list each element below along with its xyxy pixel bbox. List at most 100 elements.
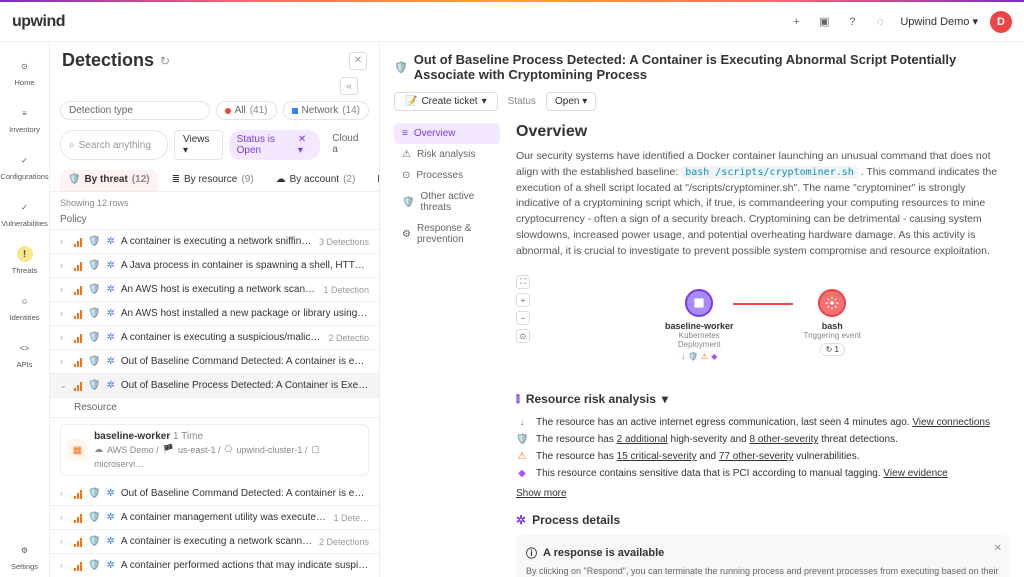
graph-reset-icon[interactable]: ⊙	[516, 329, 530, 343]
info-icon: ⓘ	[526, 545, 537, 561]
check-icon: ✓	[15, 150, 35, 170]
gear-icon: ✲	[106, 560, 114, 571]
resource-card[interactable]: ▦ baseline-worker 1 Time ☁ AWS Demo / 🏴 …	[60, 424, 369, 476]
process-graph: ⛶ + − ⊙ baseline-worker Kubernetes Deplo…	[516, 275, 1010, 375]
tab-by-threat[interactable]: 🛡️By threat (12)	[60, 170, 158, 191]
gear-icon: ✲	[106, 356, 114, 367]
page-title: Detections	[62, 50, 154, 71]
sidebar-item-vuln[interactable]: ✓Vulnerabilities	[3, 191, 47, 234]
detection-row[interactable]: › 🛡️ ✲ A container performed actions tha…	[50, 554, 379, 577]
nav-overview[interactable]: ≡Overview	[394, 123, 500, 144]
sidenav: ⊙Home ≡Inventory ✓Configurations ✓Vulner…	[0, 42, 50, 577]
risk-link[interactable]: View evidence	[883, 468, 947, 479]
bars-icon: ⫾	[516, 391, 520, 406]
graph-node-resource[interactable]: baseline-worker Kubernetes Deployment ↓🛡…	[665, 289, 734, 361]
sidebar-item-inventory[interactable]: ≡Inventory	[3, 97, 47, 140]
risk-line: ↓The resource has an active internet egr…	[516, 414, 1010, 431]
search-input[interactable]: ⌕Search anything	[60, 130, 168, 160]
nav-risk[interactable]: ⚠Risk analysis	[394, 144, 500, 165]
severity-icon	[74, 357, 82, 367]
shield-icon: 🛡️	[88, 236, 100, 247]
alert-icon: !	[17, 246, 33, 262]
shield-icon: 🛡️	[88, 380, 100, 391]
nav-processes[interactable]: ⊙Processes	[394, 165, 500, 186]
panel-icon[interactable]: ▣	[816, 14, 832, 30]
tab-by-resource[interactable]: ≣By resource (9)	[164, 170, 262, 191]
show-more-link[interactable]: Show more	[516, 488, 1010, 499]
risk-icon: ⚠	[516, 451, 528, 462]
chevron-icon: ›	[60, 537, 68, 546]
detection-row[interactable]: › 🛡️ ✲ An AWS host installed a new packa…	[50, 302, 379, 326]
sidebar-item-apis[interactable]: <>APIs	[3, 332, 47, 375]
cloud-filter[interactable]: Cloud a	[326, 130, 369, 160]
detection-row[interactable]: › 🛡️ ✲ An AWS host is executing a networ…	[50, 278, 379, 302]
nav-response[interactable]: ⚙Response & prevention	[394, 218, 500, 250]
sidebar-item-home[interactable]: ⊙Home	[3, 50, 47, 93]
detection-row[interactable]: › 🛡️ ✲ Out of Baseline Command Detected:…	[50, 350, 379, 374]
severity-icon	[74, 489, 82, 499]
gear-icon: ✲	[106, 332, 114, 343]
spinner-icon: ◌	[872, 14, 888, 30]
chevron-icon: ›	[60, 357, 68, 366]
status-chip[interactable]: Status is Open ✕ ▾	[229, 130, 321, 160]
response-banner: ✕ ⓘA response is available By clicking o…	[516, 535, 1010, 577]
sidebar-item-identities[interactable]: ☺Identities	[3, 285, 47, 328]
detection-row[interactable]: › 🛡️ ✲ A container is executing a suspic…	[50, 326, 379, 350]
tab-by-other[interactable]: By	[369, 170, 379, 191]
graph-node-process[interactable]: bash Triggering event ↻ 1	[804, 289, 862, 361]
collapse-icon[interactable]: «	[340, 77, 358, 95]
rows-count: Showing 12 rows	[50, 192, 379, 210]
status-select[interactable]: Open ▾	[546, 92, 596, 111]
detection-row[interactable]: › 🛡️ ✲ Out of Baseline Command Detected:…	[50, 482, 379, 506]
detection-row[interactable]: › 🛡️ ✲ A container is executing a networ…	[50, 530, 379, 554]
cloud-icon: ☁	[276, 174, 286, 185]
views-button[interactable]: Views ▾	[174, 130, 223, 160]
graph-zoom-in-icon[interactable]: +	[516, 293, 530, 307]
check-icon: ✓	[15, 197, 35, 217]
risk-link[interactable]: View connections	[912, 417, 990, 428]
resource-icon: ≣	[172, 174, 180, 185]
close-icon[interactable]: ✕	[349, 52, 367, 70]
risk-line: ◆This resource contains sensitive data t…	[516, 465, 1010, 482]
chevron-icon: ›	[60, 309, 68, 318]
add-icon[interactable]: +	[788, 14, 804, 30]
network-filter-pill[interactable]: Network (14)	[283, 101, 369, 120]
risk-line: 🛡️The resource has 2 additional high-sev…	[516, 431, 1010, 448]
create-ticket-button[interactable]: 📝 Create ticket ▾	[394, 92, 498, 111]
severity-icon	[74, 561, 82, 571]
settings-icon: ⚙	[15, 540, 35, 560]
graph-expand-icon[interactable]: ⛶	[516, 275, 530, 289]
avatar[interactable]: D	[990, 11, 1012, 33]
sidebar-item-threats[interactable]: !Threats	[3, 238, 47, 281]
detections-pane: Detections ↻ ✕ « Detection type All (41)…	[50, 42, 380, 577]
detection-row[interactable]: › 🛡️ ✲ A container is executing a networ…	[50, 230, 379, 254]
list-icon: ≡	[15, 103, 35, 123]
all-filter-pill[interactable]: All (41)	[216, 101, 277, 120]
severity-icon	[74, 333, 82, 343]
graph-zoom-out-icon[interactable]: −	[516, 311, 530, 325]
chevron-icon: ›	[60, 513, 68, 522]
overview-description: Our security systems have identified a D…	[516, 149, 1010, 259]
risk-icon: ◆	[516, 468, 528, 479]
detection-type-filter[interactable]: Detection type	[60, 101, 210, 120]
tab-by-account[interactable]: ☁By account (2)	[268, 170, 364, 191]
detection-row[interactable]: › 🛡️ ✲ A container management utility wa…	[50, 506, 379, 530]
refresh-icon[interactable]: ↻	[160, 54, 170, 68]
help-icon[interactable]: ?	[844, 14, 860, 30]
policy-header: Policy	[50, 210, 379, 230]
detection-row[interactable]: ⌄ 🛡️ ✲ Out of Baseline Process Detected:…	[50, 374, 379, 398]
shield-icon: 🛡️	[88, 332, 100, 343]
nav-threats[interactable]: 🛡️Other active threats	[394, 186, 500, 218]
sidebar-item-settings[interactable]: ⚙Settings	[3, 534, 47, 577]
chevron-icon: ›	[60, 261, 68, 270]
gear-icon: ✲	[106, 380, 114, 391]
gear-icon: ✲	[106, 236, 114, 247]
user-icon: ☺	[15, 291, 35, 311]
severity-icon	[74, 285, 82, 295]
shield-icon: 🛡️	[88, 284, 100, 295]
sidebar-item-config[interactable]: ✓Configurations	[3, 144, 47, 187]
workspace-selector[interactable]: Upwind Demo ▾	[900, 15, 978, 28]
chevron-icon: ›	[60, 561, 68, 570]
close-icon[interactable]: ✕	[994, 543, 1002, 554]
detection-row[interactable]: › 🛡️ ✲ A Java process in container is sp…	[50, 254, 379, 278]
